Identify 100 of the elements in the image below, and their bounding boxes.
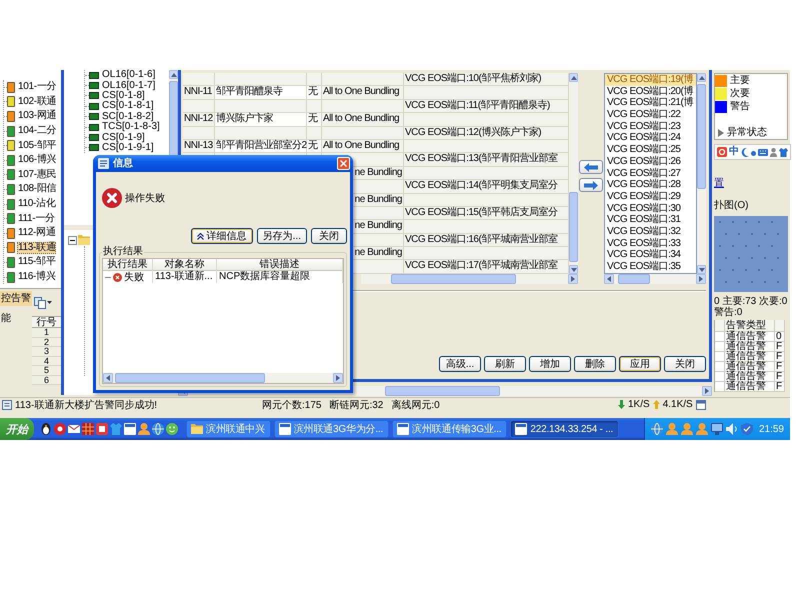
tree-item[interactable]: 102-联通	[17, 96, 58, 108]
tree-item[interactable]: CS[0-1-9]	[102, 132, 145, 143]
tree-item[interactable]: 112-网通	[17, 227, 56, 240]
envelope-icon[interactable]	[68, 423, 80, 435]
keyboard-icon[interactable]	[758, 148, 768, 156]
scroll-down-button[interactable]	[569, 265, 578, 274]
smiley-icon[interactable]	[166, 423, 178, 435]
ime-mode-toggle[interactable]: 中	[729, 146, 739, 158]
scroll-up-button[interactable]	[697, 73, 706, 82]
tree-item[interactable]: 108-阳信	[17, 183, 58, 196]
action-button[interactable]: 删除	[574, 356, 616, 372]
tree-item[interactable]: OL16[0-1-6]	[102, 70, 156, 80]
column-header[interactable]: 错误描述	[217, 259, 343, 271]
list-item[interactable]: VCG EOS端口:31	[605, 214, 696, 226]
list-item[interactable]: VCG EOS端口:34	[605, 249, 696, 261]
tree-item[interactable]: 101-一分	[17, 81, 58, 94]
list-item[interactable]: VCG EOS端口:20(博	[605, 86, 696, 98]
tree-item[interactable]: TCS[0-1-8-3]	[102, 122, 160, 132]
ring-icon[interactable]	[54, 423, 66, 435]
tree-item[interactable]: 106-博兴	[17, 154, 58, 166]
horizontal-scrollbar[interactable]	[361, 274, 578, 284]
list-item[interactable]: VCG EOS端口:28	[605, 179, 696, 191]
list-item[interactable]: VCG EOS端口:30	[605, 202, 696, 214]
action-button[interactable]: 高级...	[439, 356, 481, 372]
tree-item[interactable]: CS[0-1-9-1]	[102, 142, 154, 153]
tree-item[interactable]: 110-沾化	[17, 198, 56, 210]
task-button[interactable]: 滨州联通中兴	[186, 420, 271, 438]
person-icon[interactable]	[138, 423, 150, 435]
action-button[interactable]: 应用	[619, 356, 661, 372]
move-right-button[interactable]	[579, 178, 603, 192]
column-header[interactable]: 执行结果	[103, 259, 153, 271]
list-item[interactable]: VCG EOS端口:21(博	[605, 97, 696, 110]
moon-icon[interactable]	[741, 148, 749, 156]
list-item[interactable]: VCG EOS端口:23	[605, 120, 696, 132]
list-item[interactable]: VCG EOS端口:25	[605, 144, 696, 156]
list-box[interactable]	[604, 73, 697, 274]
tile-icon[interactable]	[96, 423, 108, 435]
nav-tab[interactable]: 能	[0, 311, 32, 326]
action-button[interactable]: 增加	[529, 356, 571, 372]
tree-item[interactable]: OL16[0-1-7]	[102, 80, 156, 91]
list-item[interactable]: VCG EOS端口:29	[605, 190, 696, 203]
horizontal-scrollbar[interactable]	[103, 373, 343, 383]
list-item[interactable]: VCG EOS端口:35	[605, 261, 696, 273]
list-item[interactable]: VCG EOS端口:19(博	[605, 74, 696, 86]
scroll-left-button[interactable]	[103, 373, 113, 383]
tree-item[interactable]: CS[0-1-8]	[102, 90, 145, 101]
dot-icon[interactable]	[751, 148, 756, 156]
tree-item[interactable]: 103-网通	[17, 110, 58, 122]
tree-item[interactable]: 104-二分	[17, 125, 58, 138]
scroll-up-button[interactable]	[169, 70, 178, 79]
scroll-left-button[interactable]	[604, 274, 614, 284]
penguin-icon[interactable]	[40, 423, 52, 435]
action-button[interactable]: 关闭	[664, 356, 706, 372]
scroll-right-button[interactable]	[702, 386, 712, 396]
action-button[interactable]: 刷新	[484, 356, 526, 372]
dialog-button[interactable]: 详细信息	[190, 228, 253, 244]
globe-icon[interactable]	[650, 423, 663, 435]
vertical-scrollbar[interactable]	[697, 73, 706, 274]
speaker-icon[interactable]	[726, 423, 738, 435]
monitor-icon[interactable]	[710, 423, 723, 435]
scroll-thumb[interactable]	[569, 192, 578, 262]
menu-item[interactable]: 扑图(O)	[714, 200, 748, 212]
shirt-icon[interactable]	[779, 148, 788, 156]
nav-tab[interactable]: 控告警	[0, 291, 32, 306]
dialog-button[interactable]: 另存为...	[256, 228, 307, 244]
tree-item[interactable]: 111-一分	[17, 212, 56, 225]
scroll-right-button[interactable]	[696, 274, 706, 284]
scroll-thumb[interactable]	[385, 386, 500, 396]
scroll-right-button[interactable]	[333, 373, 343, 383]
column-header[interactable]: 告警类型	[725, 320, 775, 332]
list-item[interactable]: VCG EOS端口:27	[605, 168, 696, 180]
task-button[interactable]: 滨州联通3G华为分...	[274, 420, 390, 438]
dialog-button[interactable]: 关闭	[311, 228, 347, 244]
collapse-icon[interactable]	[68, 236, 77, 244]
list-item[interactable]: VCG EOS端口:33	[605, 238, 696, 250]
task-button[interactable]: 滨州联通传输3G业...	[392, 420, 508, 438]
list-item[interactable]: VCG EOS端口:24	[605, 132, 696, 144]
logo-icon[interactable]	[717, 147, 727, 157]
caret-down-icon[interactable]	[47, 301, 52, 304]
scroll-up-button[interactable]	[569, 73, 578, 82]
globe-icon[interactable]	[152, 423, 164, 435]
close-button[interactable]	[337, 157, 350, 170]
column-header[interactable]: 对象名称	[153, 259, 217, 271]
list-item[interactable]: VCG EOS端口:22	[605, 109, 696, 121]
list-item[interactable]: VCG EOS端口:26	[605, 156, 696, 168]
scroll-down-button[interactable]	[697, 265, 706, 274]
task-button[interactable]: 222.134.33.254 - ...	[510, 420, 620, 438]
tree-item[interactable]: 105-邹平	[17, 140, 58, 152]
link[interactable]: 置	[714, 178, 724, 190]
tree-item[interactable]: SC[0-1-8-2]	[102, 112, 154, 122]
scroll-thumb[interactable]	[391, 274, 516, 284]
scroll-thumb[interactable]	[115, 373, 265, 383]
tree-item[interactable]: CS[0-1-8-1]	[102, 101, 154, 112]
grid-icon[interactable]	[82, 423, 94, 435]
person-icon[interactable]	[770, 148, 777, 156]
tree-item[interactable]: 116-博兴	[17, 271, 56, 284]
scroll-thumb[interactable]	[618, 274, 650, 284]
copy-icon[interactable]	[34, 296, 46, 308]
shield-icon[interactable]	[740, 423, 753, 435]
tree-item[interactable]: 115-邹平	[17, 256, 56, 268]
